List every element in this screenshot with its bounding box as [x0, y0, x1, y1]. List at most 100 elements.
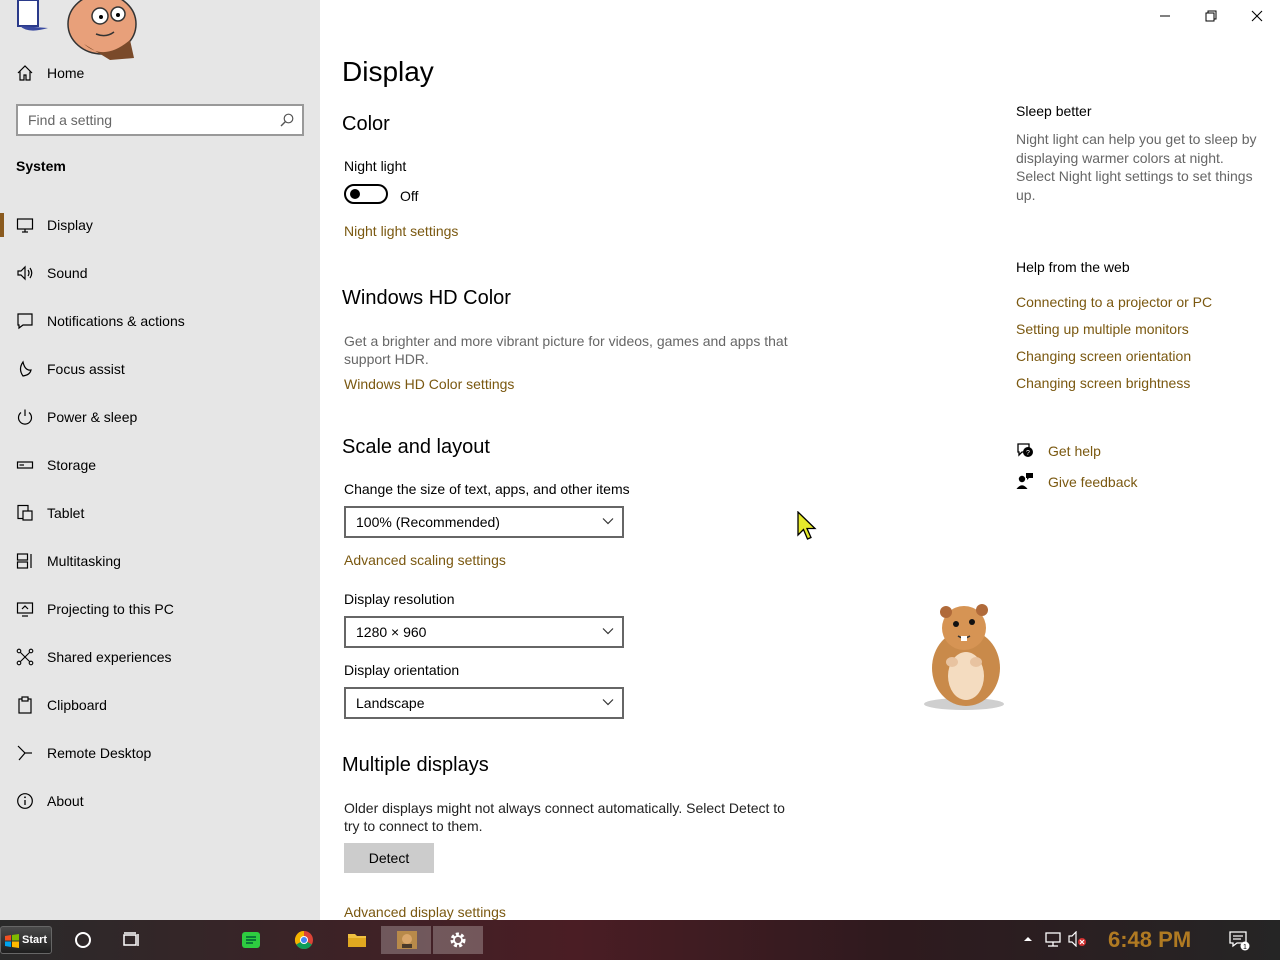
night-light-label: Night light: [344, 158, 407, 174]
sidebar-item-label: Storage: [47, 457, 97, 473]
size-label: Change the size of text, apps, and other…: [344, 481, 630, 497]
orientation-value: Landscape: [356, 695, 425, 711]
chevron-down-icon: [602, 699, 614, 706]
sleep-better-title: Sleep better: [1016, 103, 1092, 119]
sidebar-item-notifications[interactable]: Notifications & actions: [0, 297, 320, 345]
sidebar-item-label: Shared experiences: [47, 649, 172, 665]
multiple-displays-description: Older displays might not always connect …: [344, 799, 804, 835]
info-icon: [17, 793, 33, 809]
night-light-settings-link[interactable]: Night light settings: [344, 223, 458, 239]
help-link-projector[interactable]: Connecting to a projector or PC: [1016, 294, 1212, 310]
taskbar-app-game[interactable]: [381, 926, 431, 954]
sidebar-item-shared-experiences[interactable]: Shared experiences: [0, 633, 320, 681]
show-hidden-icons-icon[interactable]: [1022, 933, 1034, 945]
color-heading: Color: [342, 113, 390, 135]
hdr-description: Get a brighter and more vibrant picture …: [344, 332, 804, 368]
hdr-description-line: support HDR.: [344, 351, 429, 367]
help-link-multiple-monitors[interactable]: Setting up multiple monitors: [1016, 321, 1189, 337]
game-app-icon: [397, 931, 417, 949]
taskbar-app-notes[interactable]: [226, 926, 276, 954]
night-light-toggle[interactable]: [344, 184, 388, 204]
sidebar-item-label: Sound: [47, 265, 88, 281]
power-icon: [17, 409, 33, 425]
sidebar-item-power-sleep[interactable]: Power & sleep: [0, 393, 320, 441]
cortana-icon: [75, 932, 91, 948]
sidebar-item-label: Clipboard: [47, 697, 107, 713]
detect-button[interactable]: Detect: [344, 843, 434, 873]
hdr-heading: Windows HD Color: [342, 287, 511, 309]
multiple-displays-line: Older displays might not always connect …: [344, 800, 785, 816]
mouse-cursor-icon: [797, 511, 817, 540]
network-icon[interactable]: [1044, 931, 1062, 947]
sidebar-item-tablet[interactable]: Tablet: [0, 489, 320, 537]
speaker-icon: [17, 265, 33, 281]
search-icon: [280, 113, 294, 127]
sidebar-item-remote-desktop[interactable]: Remote Desktop: [0, 729, 320, 777]
remote-icon: [17, 745, 32, 761]
page-title: Display: [342, 56, 434, 87]
sidebar: Home Find a setting System Display Sound…: [0, 0, 320, 920]
scale-value: 100% (Recommended): [356, 514, 500, 530]
notification-icon: [17, 313, 33, 330]
hamster-pet-image: [924, 604, 1004, 710]
resolution-label: Display resolution: [344, 591, 455, 607]
night-light-state: Off: [400, 188, 419, 204]
storage-icon: [16, 461, 34, 469]
multiple-displays-heading: Multiple displays: [342, 754, 489, 776]
home-icon: [17, 65, 33, 81]
scale-heading: Scale and layout: [342, 436, 490, 458]
task-view-button[interactable]: [106, 926, 156, 954]
notification-count: 1: [1243, 944, 1247, 951]
taskbar-app-chrome[interactable]: [279, 926, 329, 954]
action-center-icon[interactable]: 1: [1228, 929, 1250, 951]
sidebar-item-projecting[interactable]: Projecting to this PC: [0, 585, 320, 633]
sidebar-item-label: Multitasking: [47, 553, 121, 569]
home-button[interactable]: Home: [0, 56, 320, 90]
sidebar-item-label: Projecting to this PC: [47, 601, 174, 617]
orientation-dropdown[interactable]: Landscape: [344, 687, 624, 719]
sidebar-item-label: Tablet: [47, 505, 85, 521]
search-input[interactable]: Find a setting: [16, 104, 304, 136]
sidebar-item-label: Display: [47, 217, 93, 233]
sidebar-item-storage[interactable]: Storage: [0, 441, 320, 489]
shared-icon: [16, 648, 34, 666]
projecting-icon: [16, 602, 34, 617]
gear-icon: [450, 932, 466, 948]
multitasking-icon: [16, 553, 32, 569]
monitor-icon: [16, 218, 34, 233]
search-placeholder: Find a setting: [28, 112, 113, 128]
hdr-settings-link[interactable]: Windows HD Color settings: [344, 376, 514, 392]
avatar[interactable]: [14, 0, 138, 60]
advanced-display-settings-link[interactable]: Advanced display settings: [344, 904, 506, 920]
chat-help-icon: ?: [1017, 443, 1033, 457]
sidebar-item-about[interactable]: About: [0, 777, 320, 825]
sidebar-item-label: Remote Desktop: [47, 745, 152, 761]
help-link-brightness[interactable]: Changing screen brightness: [1016, 375, 1190, 391]
taskbar-app-file-explorer[interactable]: [332, 926, 382, 954]
taskbar-clock[interactable]: 6:48 PM: [1108, 927, 1191, 953]
toggle-knob: [350, 189, 360, 199]
folder-icon: [348, 934, 366, 947]
taskbar-app-settings[interactable]: [433, 926, 483, 954]
get-help-label: Get help: [1048, 443, 1101, 459]
sidebar-item-sound[interactable]: Sound: [0, 249, 320, 297]
search-taskbar-button[interactable]: [58, 926, 108, 954]
sidebar-item-multitasking[interactable]: Multitasking: [0, 537, 320, 585]
sidebar-item-clipboard[interactable]: Clipboard: [0, 681, 320, 729]
sidebar-item-label: Notifications & actions: [47, 313, 185, 329]
help-link-orientation[interactable]: Changing screen orientation: [1016, 348, 1191, 364]
start-button[interactable]: Start: [0, 926, 52, 954]
scale-dropdown[interactable]: 100% (Recommended): [344, 506, 624, 538]
chrome-icon: [294, 931, 313, 950]
volume-muted-icon[interactable]: [1068, 931, 1088, 947]
section-title: System: [16, 158, 66, 174]
resolution-dropdown[interactable]: 1280 × 960: [344, 616, 624, 648]
sidebar-item-display[interactable]: Display: [0, 201, 320, 249]
orientation-label: Display orientation: [344, 662, 460, 678]
moon-icon: [19, 360, 32, 377]
sidebar-item-label: Power & sleep: [47, 409, 138, 425]
windows-logo-icon: [5, 934, 19, 948]
sidebar-item-focus-assist[interactable]: Focus assist: [0, 345, 320, 393]
home-label: Home: [47, 65, 85, 81]
advanced-scaling-link[interactable]: Advanced scaling settings: [344, 552, 506, 568]
